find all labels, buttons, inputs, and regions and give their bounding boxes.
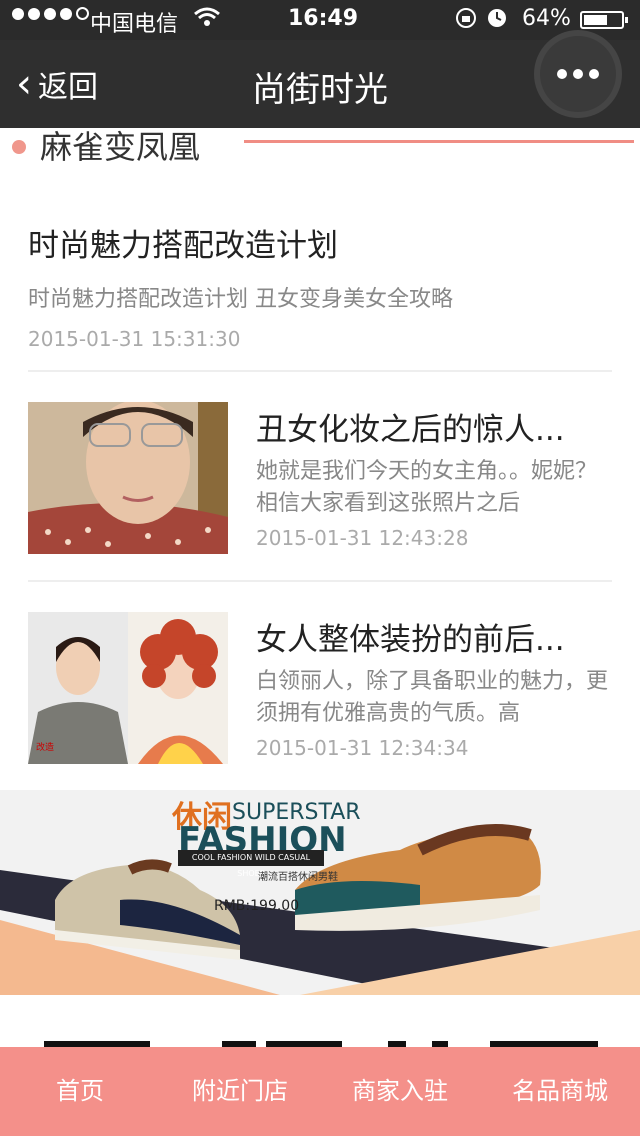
article-title: 丑女化妆之后的惊人... xyxy=(256,412,565,448)
article-thumbnail: 改造 xyxy=(28,612,228,764)
battery-icon xyxy=(580,11,628,29)
wifi-icon xyxy=(194,6,220,34)
section-header: 麻雀变凤凰 xyxy=(0,128,640,168)
more-options-button[interactable] xyxy=(540,36,616,112)
article-featured[interactable]: 时尚魅力搭配改造计划 时尚魅力搭配改造计划 丑女变身美女全攻略 2015-01-… xyxy=(28,220,612,351)
bullet-dot xyxy=(12,140,26,154)
clock: 16:49 xyxy=(288,6,359,31)
battery-percent: 64% xyxy=(522,6,571,31)
tab-merchant-join[interactable]: 商家入驻 xyxy=(320,1047,480,1136)
banner-subtitle: 潮流百搭休闲男鞋 xyxy=(258,872,338,883)
ad-banner[interactable]: 休闲 SUPERSTAR FASHION COOL FASHION WILD C… xyxy=(0,790,640,995)
article-date: 2015-01-31 12:43:28 xyxy=(256,526,469,550)
bottom-tab-bar: 首页 附近门店 商家入驻 名品商城 xyxy=(0,1047,640,1136)
tab-brand-mall[interactable]: 名品商城 xyxy=(480,1047,640,1136)
article-item[interactable]: 丑女化妆之后的惊人... 她就是我们今天的女主角。。妮妮？ 相信大家看到这张照片… xyxy=(28,402,612,554)
article-thumbnail xyxy=(28,402,228,554)
nav-bar: ‹ 返回 尚街时光 xyxy=(0,36,640,128)
svg-text:改造: 改造 xyxy=(36,741,54,753)
banner-tagline: COOL FASHION WILD CASUAL SHOES xyxy=(178,850,324,878)
article-summary: 时尚魅力搭配改造计划 丑女变身美女全攻略 xyxy=(28,287,453,312)
status-bar: 中国电信 16:49 64% xyxy=(0,0,640,40)
signal-icon xyxy=(12,7,89,20)
divider xyxy=(28,370,612,372)
banner-price: RMB:199.00 xyxy=(214,898,300,914)
article-title: 女人整体装扮的前后... xyxy=(256,622,565,658)
tab-nearby-stores[interactable]: 附近门店 xyxy=(160,1047,320,1136)
article-summary: 她就是我们今天的女主角。。妮妮？ 相信大家看到这张照片之后 xyxy=(256,459,598,516)
carrier-label: 中国电信 xyxy=(90,12,179,37)
article-date: 2015-01-31 15:31:30 xyxy=(28,327,241,351)
article-summary: 白领丽人，除了具备职业的魅力，更须拥有优雅高贵的气质。高 xyxy=(256,669,609,726)
tab-home[interactable]: 首页 xyxy=(0,1047,160,1136)
article-date: 2015-01-31 12:34:34 xyxy=(256,736,469,760)
article-title: 时尚魅力搭配改造计划 xyxy=(28,228,338,264)
next-banner-partial xyxy=(0,995,640,1047)
section-title: 麻雀变凤凰 xyxy=(40,128,201,166)
article-item[interactable]: 改造 女人整体装扮的前后... 白领丽人，除了具备职业的魅力，更须拥有优雅高贵的… xyxy=(28,612,612,764)
divider xyxy=(28,580,612,582)
section-underline xyxy=(244,140,634,143)
rotation-lock-icon xyxy=(455,6,511,36)
